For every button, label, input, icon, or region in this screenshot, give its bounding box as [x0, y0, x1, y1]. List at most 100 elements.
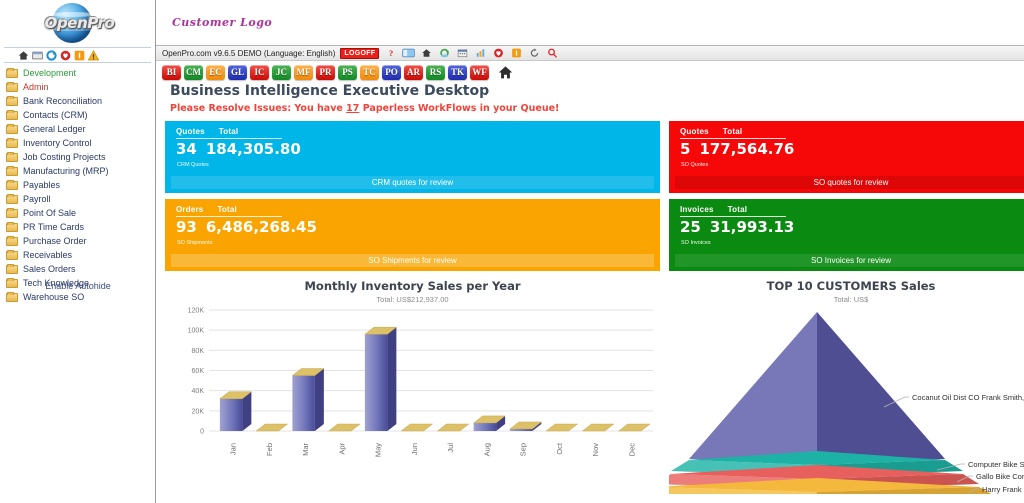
- sidebar-item-bank-reconciliation[interactable]: Bank Reconciliation: [6, 95, 155, 107]
- sidebar-item-general-ledger[interactable]: General Ledger: [6, 123, 155, 135]
- svg-text:60K: 60K: [192, 368, 205, 375]
- sidebar-item-label: Point Of Sale: [23, 208, 76, 218]
- refresh-icon[interactable]: [528, 47, 541, 59]
- module-button-bi[interactable]: BI: [162, 65, 181, 80]
- module-button-ic[interactable]: IC: [250, 65, 269, 80]
- module-button-tc[interactable]: TC: [360, 65, 379, 80]
- card-total-value: 31,993.13: [710, 218, 794, 236]
- card-total-value: 6,486,268.45: [206, 218, 317, 236]
- openpro-logo[interactable]: OpenPro: [0, 0, 155, 46]
- sidebar-item-label: Admin: [23, 82, 49, 92]
- charts-row: Monthly Inventory Sales per Year Total: …: [156, 271, 1024, 494]
- heart-icon[interactable]: [60, 50, 71, 61]
- heart-icon[interactable]: [492, 47, 505, 59]
- bar-chart-panel: Monthly Inventory Sales per Year Total: …: [165, 279, 660, 494]
- page-title: Business Intelligence Executive Desktop: [156, 81, 1024, 101]
- status-text: OpenPro.com v9.6.5 DEMO (Language: Engli…: [162, 49, 335, 58]
- module-button-ps[interactable]: PS: [338, 65, 357, 80]
- sidebar-item-payables[interactable]: Payables: [6, 179, 155, 191]
- sidebar-item-label: Bank Reconciliation: [23, 96, 102, 106]
- home-icon[interactable]: [18, 50, 29, 61]
- sidebar-item-label: Payroll: [23, 194, 51, 204]
- window-icon[interactable]: [402, 47, 415, 59]
- folder-icon: [6, 111, 18, 120]
- kpi-card-so-quotes[interactable]: Quotes Total 5 177,564.76 SO Quotes SO q…: [669, 121, 1024, 193]
- sidebar-item-contacts-crm[interactable]: Contacts (CRM): [6, 109, 155, 121]
- module-button-wf[interactable]: WF: [470, 65, 489, 80]
- sidebar-item-payroll[interactable]: Payroll: [6, 193, 155, 205]
- main-content: Customer Logo OpenPro.com v9.6.5 DEMO (L…: [156, 0, 1024, 503]
- kpi-card-so-invoices[interactable]: Invoices Total 25 31,993.13 SO Invoices …: [669, 199, 1024, 271]
- card-review-button[interactable]: SO Shipments for review: [171, 254, 654, 267]
- pyramid-chart-svg[interactable]: Cocanut Oil Dist CO Frank Smith, $Comput…: [669, 304, 1024, 494]
- warning-icon[interactable]: [88, 50, 99, 61]
- window-icon[interactable]: [32, 50, 43, 61]
- calendar-icon[interactable]: [456, 47, 469, 59]
- sidebar-item-label: Development: [23, 68, 76, 78]
- sync-icon[interactable]: [438, 47, 451, 59]
- svg-text:May: May: [374, 443, 383, 457]
- bar-chart-title: Monthly Inventory Sales per Year: [165, 279, 660, 293]
- sidebar-item-inventory-control[interactable]: Inventory Control: [6, 137, 155, 149]
- pyramid-chart-title: TOP 10 CUSTOMERS Sales: [669, 279, 1024, 293]
- sidebar-item-admin[interactable]: Admin: [6, 81, 155, 93]
- module-button-po[interactable]: PO: [382, 65, 401, 80]
- home-icon[interactable]: [420, 47, 433, 59]
- sidebar-item-development[interactable]: Development: [6, 67, 155, 79]
- alert-prefix: Please Resolve Issues: You have: [170, 103, 346, 114]
- sidebar-item-warehouse-so[interactable]: Warehouse SO: [6, 291, 155, 303]
- card-review-button[interactable]: SO Invoices for review: [675, 254, 1024, 267]
- svg-text:80K: 80K: [192, 348, 205, 355]
- folder-icon: [6, 167, 18, 176]
- folder-icon: [6, 237, 18, 246]
- module-button-mf[interactable]: MF: [294, 65, 313, 80]
- info-icon[interactable]: [510, 47, 523, 59]
- module-button-cm[interactable]: CM: [184, 65, 203, 80]
- chart-icon[interactable]: [474, 47, 487, 59]
- module-button-tk[interactable]: TK: [448, 65, 467, 80]
- module-button-jc[interactable]: JC: [272, 65, 291, 80]
- sidebar-item-point-of-sale[interactable]: Point Of Sale: [6, 207, 155, 219]
- sidebar-item-pr-time-cards[interactable]: PR Time Cards: [6, 221, 155, 233]
- alert-count[interactable]: 17: [346, 103, 359, 114]
- folder-icon: [6, 195, 18, 204]
- folder-icon: [6, 223, 18, 232]
- refresh-icon[interactable]: [46, 50, 57, 61]
- card-values: 34 184,305.80: [173, 140, 652, 158]
- svg-text:40K: 40K: [192, 388, 205, 395]
- card-subtitle: SO Invoices: [677, 240, 1024, 246]
- search-icon[interactable]: [546, 47, 559, 59]
- openpro-bi-desktop: OpenPro Development A: [0, 0, 1024, 503]
- kpi-card-so-shipments[interactable]: Orders Total 93 6,486,268.45 SO Shipment…: [165, 199, 660, 271]
- card-header: Quotes Total: [677, 127, 1024, 136]
- module-button-ar[interactable]: AR: [404, 65, 423, 80]
- sidebar-item-label: Job Costing Projects: [23, 152, 106, 162]
- sidebar-item-purchase-order[interactable]: Purchase Order: [6, 235, 155, 247]
- folder-icon: [6, 69, 18, 78]
- svg-text:Cocanut Oil Dist CO Frank Smit: Cocanut Oil Dist CO Frank Smith, $: [912, 393, 1024, 402]
- svg-text:0: 0: [200, 429, 204, 436]
- logoff-button[interactable]: LOGOFF: [340, 48, 379, 59]
- module-button-gl[interactable]: GL: [228, 65, 247, 80]
- sidebar-item-job-costing-projects[interactable]: Job Costing Projects: [6, 151, 155, 163]
- help-icon[interactable]: ?: [384, 47, 397, 59]
- logo-text: OpenPro: [34, 14, 126, 32]
- card-subtitle: SO Quotes: [677, 162, 1024, 168]
- bar-chart-svg[interactable]: 020K40K60K80K100K120KJanFebMarAprMayJunJ…: [165, 304, 660, 474]
- sidebar-item-manufacturing-mrp[interactable]: Manufacturing (MRP): [6, 165, 155, 177]
- info-icon[interactable]: [74, 50, 85, 61]
- kpi-card-crm-quotes[interactable]: Quotes Total 34 184,305.80 CRM Quotes CR…: [165, 121, 660, 193]
- module-button-rs[interactable]: RS: [426, 65, 445, 80]
- status-bar: OpenPro.com v9.6.5 DEMO (Language: Engli…: [156, 46, 1024, 61]
- card-count-value: 34: [176, 140, 197, 158]
- card-count-label: Orders: [176, 205, 203, 214]
- home-icon[interactable]: [498, 65, 513, 80]
- sidebar-item-receivables[interactable]: Receivables: [6, 249, 155, 261]
- card-review-button[interactable]: CRM quotes for review: [171, 176, 654, 189]
- module-button-pr[interactable]: PR: [316, 65, 335, 80]
- enable-autohide-link[interactable]: Enable Autohide: [0, 281, 156, 291]
- sidebar-item-sales-orders[interactable]: Sales Orders: [6, 263, 155, 275]
- module-button-ec[interactable]: EC: [206, 65, 225, 80]
- folder-icon: [6, 251, 18, 260]
- card-review-button[interactable]: SO quotes for review: [675, 176, 1024, 189]
